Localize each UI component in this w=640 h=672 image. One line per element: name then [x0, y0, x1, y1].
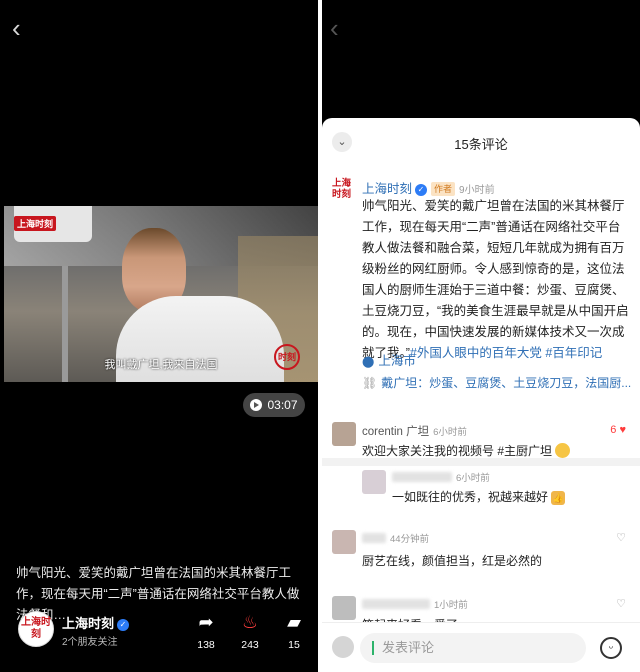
reply-text-line: 一如既往的优秀，祝越来越好 👍 [392, 488, 566, 505]
comment-item: 44分钟前 ♡ 厨艺在线，颜值担当，红是必然的 [322, 528, 640, 578]
comment-input-bar: 发表评论 ᵕ [322, 622, 640, 672]
like-button[interactable]: 6 ♥ [610, 424, 626, 436]
sheet-header: ⌄ 15条评论 [322, 118, 640, 168]
topic-text: 戴广坦：炒蛋、豆腐煲、土豆烧刀豆，法国厨... [381, 376, 632, 390]
verified-icon: ✓ [415, 184, 428, 196]
fire-button[interactable]: ♨ 243 [232, 611, 268, 651]
reply-item: 6小时前 一如既往的优秀，祝越来越好 👍 [322, 468, 640, 518]
author-row: 上海时刻 上海时刻 ✓ 2个朋友关注 ➦ 138 ♨ 243 ▰ 15 [18, 611, 318, 661]
comment-time: 1小时前 [434, 600, 468, 611]
location-text: 上海市 [378, 354, 416, 368]
share-icon: ➦ [198, 612, 214, 632]
replier-name-redacted[interactable] [392, 472, 452, 482]
comments-count-title: 15条评论 [454, 137, 508, 152]
author-name: 上海时刻 [62, 616, 115, 631]
video-logo: 上海时刻 [14, 216, 57, 231]
post-author-avatar[interactable]: 上海时刻 [332, 178, 354, 202]
commenter-name-redacted[interactable] [362, 533, 386, 543]
post-body: 帅气阳光、爱笑的戴广坦曾在法国的米其林餐厅工作，现在每天用“二声”普通话在网络社… [362, 196, 632, 364]
thumbs-up-emoji-icon: 👍 [551, 491, 566, 505]
commenter-name[interactable]: corentin 广坦 [362, 426, 429, 438]
post-hashtags[interactable]: #外国人眼中的百年大党 #百年印记 [410, 346, 602, 360]
author-post: 上海时刻 上海时刻 ✓ 作者 9小时前 帅气阳光、爱笑的戴广坦曾在法国的米其林餐厅工作… [322, 170, 640, 466]
friends-following-text: 2个朋友关注 [62, 637, 118, 648]
emoji-smile-icon[interactable]: ᵕ [600, 637, 622, 659]
my-avatar [332, 636, 354, 658]
duration-badge[interactable]: 03:07 [243, 393, 305, 417]
commenter-avatar[interactable] [332, 530, 356, 554]
share-button[interactable]: ➦ 138 [188, 611, 224, 651]
comment-input[interactable]: 发表评论 [360, 633, 586, 663]
comments-sheet: ⌄ 15条评论 上海时刻 上海时刻 ✓ 作者 9小时前 帅气阳光、爱笑的戴广坦曾在法国… [322, 118, 640, 672]
comment-text: 欢迎大家关注我的视频号 #主厨广坦 [362, 444, 553, 458]
topic-link[interactable]: ⛓ 戴广坦：炒蛋、豆腐煲、土豆烧刀豆，法国厨... [362, 374, 634, 391]
post-time: 9小时前 [459, 185, 495, 196]
post-text: 帅气阳光、爱笑的戴广坦曾在法国的米其林餐厅工作，现在每天用“二声”普通话在网络社… [362, 199, 629, 360]
commenter-name-redacted[interactable] [362, 599, 430, 609]
back-arrow-icon[interactable]: ‹ [330, 15, 350, 41]
commenter-name-line: 44分钟前 [362, 531, 429, 545]
heart-outline-icon: ♡ [616, 532, 626, 544]
heart-outline-icon: ♡ [616, 598, 626, 610]
video-subtitle: 我叫戴广坦,我来自法国 [104, 359, 218, 371]
heart-icon: ♥ [619, 424, 626, 436]
grin-emoji-icon [555, 443, 571, 458]
post-author-line: 上海时刻 ✓ 作者 9小时前 [362, 178, 495, 197]
commenter-name-line: 1小时前 [362, 597, 468, 611]
comment-text-line: 欢迎大家关注我的视频号 #主厨广坦 [362, 442, 571, 459]
video-player-screen: ‹ 上海时刻 我叫戴广坦,我来自法国 时刻 03:07 帅气阳光、爱笑的戴广坦曾… [0, 0, 318, 672]
reply-time: 6小时前 [456, 473, 490, 484]
fire-count: 243 [241, 639, 259, 651]
comment-icon: ▰ [287, 612, 301, 632]
comment-button[interactable]: ▰ 15 [276, 611, 312, 651]
video-frame[interactable]: 上海时刻 我叫戴广坦,我来自法国 时刻 [4, 206, 318, 382]
link-icon: ⛓ [362, 376, 378, 390]
commenter-name-line: corentin 广坦 6小时前 [362, 423, 467, 439]
location-link[interactable]: ⬤ 上海市 [362, 350, 416, 369]
replier-avatar[interactable] [362, 470, 386, 494]
author-avatar[interactable]: 上海时刻 [18, 611, 54, 647]
commenter-avatar[interactable] [332, 422, 356, 446]
author-name-block[interactable]: 上海时刻 ✓ [62, 613, 130, 632]
comment-text: 厨艺在线，颜值担当，红是必然的 [362, 554, 543, 568]
like-button[interactable]: ♡ [616, 531, 626, 544]
author-tag-badge: 作者 [431, 182, 456, 196]
video-seal-logo: 时刻 [274, 344, 300, 370]
comment-time: 6小时前 [433, 427, 467, 438]
fire-icon: ♨ [241, 612, 259, 632]
reply-text: 一如既往的优秀，祝越来越好 [392, 490, 549, 504]
duration-text: 03:07 [267, 398, 298, 412]
comment-count: 15 [288, 639, 300, 651]
play-icon [250, 399, 263, 411]
like-button[interactable]: ♡ [616, 597, 626, 610]
post-author-name[interactable]: 上海时刻 [362, 182, 412, 196]
comment-time: 44分钟前 [390, 534, 430, 545]
like-count: 6 [610, 424, 617, 436]
back-arrow-icon[interactable]: ‹ [12, 15, 32, 41]
share-count: 138 [197, 639, 215, 651]
comments-screen: ‹ ⌄ 15条评论 上海时刻 上海时刻 ✓ 作者 9小时前 帅气阳光、爱笑的戴广坦曾在… [322, 0, 640, 672]
location-pin-icon: ⬤ [362, 356, 375, 368]
commenter-avatar[interactable] [332, 596, 356, 620]
verified-icon: ✓ [117, 619, 130, 631]
replier-name-line: 6小时前 [392, 470, 490, 484]
